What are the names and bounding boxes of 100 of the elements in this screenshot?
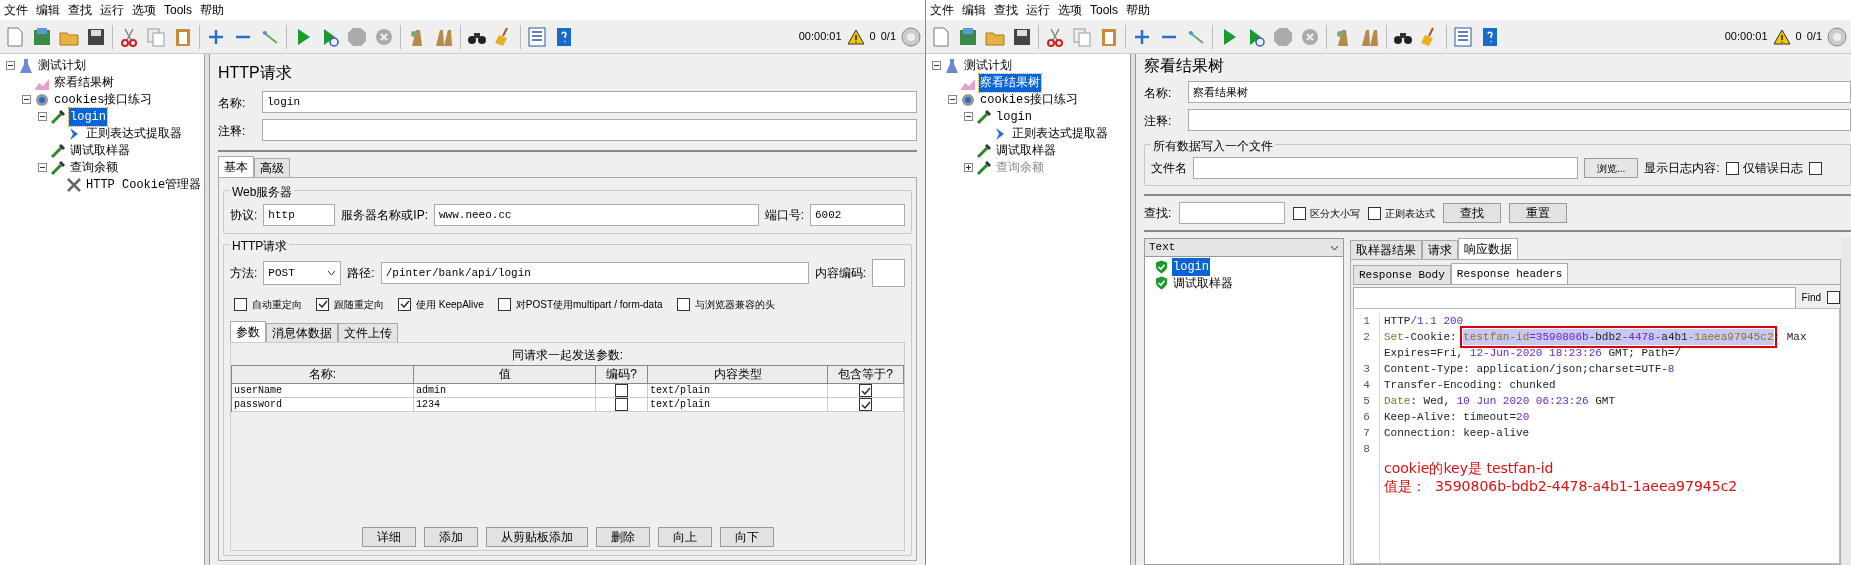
checkbox[interactable]: [1293, 206, 1307, 220]
scrollbar[interactable]: [1841, 238, 1851, 565]
pipette-icon: [50, 142, 66, 159]
tab[interactable]: 文件上传: [338, 323, 398, 342]
code-text: /1.1 200: [1410, 314, 1464, 329]
checkbox[interactable]: [1725, 161, 1739, 175]
comment-field[interactable]: [1188, 109, 1851, 131]
warning-count: 0: [1795, 29, 1802, 45]
menu-item[interactable]: 编辑: [36, 1, 60, 19]
tree-item[interactable]: 察看结果树: [53, 73, 115, 92]
menu-item[interactable]: Tools: [1090, 1, 1118, 19]
result-item[interactable]: 调试取样器: [1172, 274, 1234, 292]
book-icon[interactable]: [957, 25, 979, 48]
menu-item[interactable]: Tools: [164, 1, 192, 19]
file-name-field[interactable]: [1193, 157, 1578, 179]
tree-item[interactable]: 测试计划: [963, 56, 1013, 75]
menu-item[interactable]: 文件: [930, 1, 954, 19]
menu-item[interactable]: 查找: [68, 1, 92, 19]
tree-item[interactable]: 正则表达式提取器: [1011, 124, 1109, 143]
button[interactable]: 查找: [1443, 203, 1502, 223]
column-header[interactable]: 值: [414, 366, 596, 384]
find-field[interactable]: [1353, 286, 1796, 309]
list-icon[interactable]: [526, 25, 548, 48]
checkbox[interactable]: [859, 398, 872, 411]
menu-item[interactable]: 运行: [1026, 1, 1050, 19]
menu-item[interactable]: 运行: [100, 1, 124, 19]
tab[interactable]: 高级: [254, 158, 290, 177]
expand-toggle[interactable]: [964, 112, 973, 121]
checkbox[interactable]: [1827, 291, 1840, 304]
comment-field[interactable]: [262, 119, 917, 141]
expand-toggle[interactable]: [38, 112, 47, 121]
tree-item[interactable]: 调试取样器: [995, 141, 1057, 160]
menu-item[interactable]: 选项: [132, 1, 156, 19]
result-item[interactable]: login: [1172, 258, 1210, 276]
checkbox[interactable]: [676, 297, 690, 311]
tab[interactable]: 响应数据: [1458, 238, 1518, 259]
tree-item[interactable]: cookies接口练习: [53, 90, 154, 109]
checkbox[interactable]: [615, 398, 628, 411]
button[interactable]: 浏览...: [1584, 158, 1639, 178]
name-field[interactable]: 察看结果树: [1188, 81, 1851, 103]
column-header[interactable]: 包含等于?: [828, 366, 904, 384]
renderer-dropdown[interactable]: Text: [1145, 239, 1343, 257]
tree-item[interactable]: 调试取样器: [69, 141, 131, 160]
tab[interactable]: 取样器结果: [1350, 240, 1422, 259]
checkbox[interactable]: [234, 297, 247, 311]
button[interactable]: 添加: [423, 527, 478, 547]
expand-toggle[interactable]: [6, 61, 15, 70]
checkbox[interactable]: [316, 297, 329, 311]
encoding-field[interactable]: [872, 259, 905, 287]
expand-toggle[interactable]: [38, 163, 47, 172]
tree-item[interactable]: 测试计划: [37, 56, 87, 75]
method-dropdown[interactable]: POST: [263, 261, 342, 285]
expand-toggle[interactable]: [948, 95, 957, 104]
port-field[interactable]: 6002: [810, 204, 905, 226]
checkbox[interactable]: [1808, 161, 1822, 175]
tree-item[interactable]: HTTP Cookie管理器: [85, 175, 203, 194]
column-header[interactable]: 编码?: [596, 366, 648, 384]
server-field[interactable]: www.neeo.cc: [434, 204, 759, 226]
tab[interactable]: 请求: [1422, 240, 1458, 259]
menu-item[interactable]: 文件: [4, 1, 28, 19]
button[interactable]: 向上: [657, 527, 712, 547]
expand-toggle[interactable]: [932, 61, 941, 70]
button[interactable]: 从剪贴板添加: [485, 527, 588, 547]
list-icon[interactable]: [1452, 25, 1474, 48]
menu-item[interactable]: 选项: [1058, 1, 1082, 19]
code-text: a4b1: [1661, 329, 1688, 345]
tab[interactable]: 消息体数据: [266, 323, 338, 342]
caret-icon: [327, 270, 337, 276]
checkbox[interactable]: [497, 297, 511, 311]
checkbox[interactable]: [859, 384, 872, 397]
tree-item[interactable]: 查询余额: [69, 158, 119, 177]
protocol-field[interactable]: http: [263, 204, 336, 226]
path-field[interactable]: /pinter/bank/api/login: [380, 262, 809, 284]
book-icon[interactable]: [31, 25, 53, 48]
expand-toggle[interactable]: [22, 95, 31, 104]
tree-item[interactable]: 正则表达式提取器: [85, 124, 183, 143]
menu-item[interactable]: 帮助: [1126, 1, 1150, 19]
checkbox[interactable]: [398, 297, 411, 311]
tree-item[interactable]: login: [995, 107, 1033, 126]
column-header[interactable]: 名称:: [232, 366, 414, 384]
menu-item[interactable]: 帮助: [200, 1, 224, 19]
button[interactable]: 向下: [719, 527, 774, 547]
button[interactable]: 删除: [595, 527, 650, 547]
checkbox[interactable]: [1368, 206, 1382, 220]
wrench-icon: [66, 176, 82, 193]
tab[interactable]: 基本: [218, 156, 254, 177]
tree-item[interactable]: cookies接口练习: [979, 90, 1080, 109]
menu-item[interactable]: 查找: [994, 1, 1018, 19]
tab[interactable]: Response headers: [1450, 263, 1569, 284]
menu-item[interactable]: 编辑: [962, 1, 986, 19]
tab[interactable]: Response Body: [1353, 265, 1451, 284]
tree-item[interactable]: 察看结果树: [979, 73, 1041, 92]
search-field[interactable]: [1179, 202, 1286, 224]
button[interactable]: 详细: [361, 527, 416, 547]
column-header[interactable]: 内容类型: [648, 366, 828, 384]
name-field[interactable]: login: [262, 91, 917, 113]
button[interactable]: 重置: [1509, 203, 1568, 223]
checkbox[interactable]: [615, 384, 628, 397]
tree-item[interactable]: login: [69, 107, 107, 126]
tab[interactable]: 参数: [230, 321, 266, 342]
